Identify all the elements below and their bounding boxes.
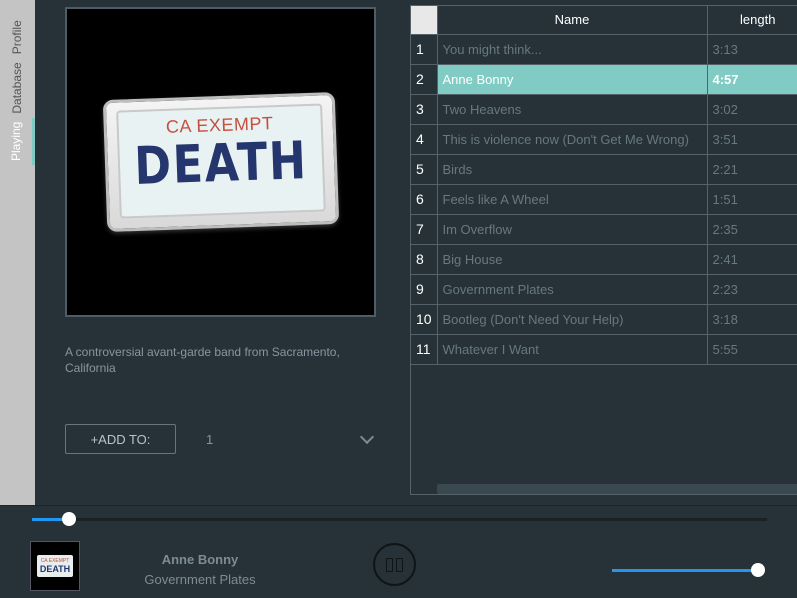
table-corner	[411, 6, 438, 35]
track-name: Government Plates	[437, 274, 708, 305]
track-length: 2:23	[707, 274, 797, 305]
track-number: 10	[411, 304, 438, 335]
track-length: 2:35	[707, 214, 797, 245]
pause-button[interactable]	[373, 543, 416, 586]
sidebar: Playing Database Profile	[0, 0, 35, 505]
track-length: 1:51	[707, 184, 797, 215]
column-header-length[interactable]: length	[707, 6, 797, 35]
track-length: 3:18	[707, 304, 797, 335]
column-header-name[interactable]: Name	[437, 6, 708, 35]
track-name: Im Overflow	[437, 214, 708, 245]
track-number: 11	[411, 334, 438, 365]
table-row[interactable]: 6 Feels like A Wheel 1:51	[411, 184, 797, 215]
track-name: This is violence now (Don't Get Me Wrong…	[437, 124, 708, 155]
now-playing-thumbnail: CA EXEMPT DEATH	[30, 541, 80, 591]
license-plate-image: CA EXEMPT DEATH	[102, 91, 339, 233]
table-row[interactable]: 1 You might think... 3:13	[411, 34, 797, 65]
thumb-main-text: DEATH	[39, 564, 71, 574]
track-name: Whatever I Want	[437, 334, 708, 365]
track-name: Feels like A Wheel	[437, 184, 708, 215]
track-number: 4	[411, 124, 438, 155]
tab-profile[interactable]: Profile	[0, 16, 35, 58]
track-number: 7	[411, 214, 438, 245]
track-number: 9	[411, 274, 438, 305]
tab-database[interactable]: Database	[0, 58, 35, 117]
track-number: 2	[411, 64, 438, 95]
track-number: 5	[411, 154, 438, 185]
playlist-select[interactable]: 1	[198, 424, 378, 454]
artist-description: A controversial avant-garde band from Sa…	[65, 345, 340, 375]
album-art: CA EXEMPT DEATH	[65, 7, 376, 317]
track-length: 4:57	[707, 64, 797, 95]
table-row[interactable]: 11 Whatever I Want 5:55	[411, 334, 797, 365]
add-to-button[interactable]: +ADD TO:	[65, 424, 176, 454]
track-name: Two Heavens	[437, 94, 708, 125]
track-number: 8	[411, 244, 438, 275]
table-row[interactable]: 7 Im Overflow 2:35	[411, 214, 797, 245]
now-playing-album: Government Plates	[144, 572, 256, 587]
sidebar-tabs: Playing Database Profile	[0, 0, 35, 165]
playlist-select-value: 1	[206, 431, 214, 447]
track-length: 3:02	[707, 94, 797, 125]
track-name: You might think...	[437, 34, 708, 65]
tab-playing[interactable]: Playing	[0, 117, 35, 165]
plate-main-text: DEATH	[132, 130, 309, 198]
table-row[interactable]: 9 Government Plates 2:23	[411, 274, 797, 305]
now-playing-title: Anne Bonny	[161, 552, 239, 567]
table-row[interactable]: 4 This is violence now (Don't Get Me Wron…	[411, 124, 797, 155]
track-length: 3:13	[707, 34, 797, 65]
track-name: Big House	[437, 244, 708, 275]
player-bar: CA EXEMPT DEATH Anne Bonny Government Pl…	[0, 505, 797, 598]
track-length: 3:51	[707, 124, 797, 155]
table-row[interactable]: 3 Two Heavens 3:02	[411, 94, 797, 125]
table-row[interactable]: 2 Anne Bonny 4:57	[411, 64, 797, 95]
chevron-down-icon	[359, 429, 375, 445]
volume-slider[interactable]	[612, 563, 765, 577]
track-name: Birds	[437, 154, 708, 185]
seek-handle[interactable]	[61, 512, 76, 526]
seek-bar[interactable]	[32, 512, 767, 526]
track-length: 2:41	[707, 244, 797, 275]
track-name: Anne Bonny	[437, 64, 708, 95]
volume-fill	[612, 569, 758, 572]
horizontal-scrollbar[interactable]	[437, 484, 797, 494]
volume-handle[interactable]	[751, 563, 765, 577]
track-name: Bootleg (Don't Need Your Help)	[437, 304, 708, 335]
track-number: 1	[411, 34, 438, 65]
table-row[interactable]: 10 Bootleg (Don't Need Your Help) 3:18	[411, 304, 797, 335]
pause-icon	[386, 557, 393, 572]
table-row[interactable]: 8 Big House 2:41	[411, 244, 797, 275]
table-row[interactable]: 5 Birds 2:21	[411, 154, 797, 185]
track-length: 2:21	[707, 154, 797, 185]
track-number: 3	[411, 94, 438, 125]
track-length: 5:55	[707, 334, 797, 365]
tracklist-table: Name length 1 You might think... 3:13 2 Anne…	[410, 5, 797, 495]
track-number: 6	[411, 184, 438, 215]
